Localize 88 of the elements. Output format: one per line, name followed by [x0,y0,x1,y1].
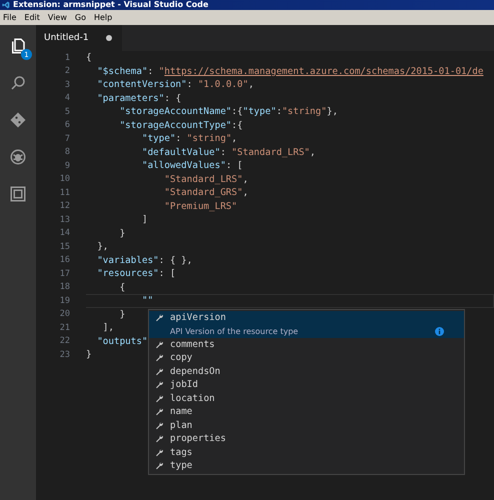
code-line: "storageAccountType":{ [118,118,243,132]
suggestion-label: type [170,460,192,472]
suggestion-item[interactable]: jobId [149,378,464,392]
menu-item[interactable]: View [48,13,67,22]
code-line: } [118,308,126,321]
search-icon [9,74,27,92]
line-number: 17 [58,268,70,279]
bug-icon [9,148,27,166]
code-line: "Standard_GRS", [163,186,248,200]
line-number: 1 [64,52,70,63]
line-number: 16 [58,255,70,266]
code-line: "parameters": { [96,92,182,105]
activity-bar-button[interactable] [8,147,28,167]
code-line: "storageAccountName":{"type":"string"}, [118,105,338,118]
suggestion-detail: API Version of the resource type [170,326,298,336]
code-line: "resources": [ [96,267,176,280]
tab-label: Untitled-1 [44,33,89,43]
line-number: 20 [58,309,70,320]
line-number: 9 [64,160,70,171]
suggestion-label: tags [170,446,192,458]
suggestion-item[interactable]: location [149,392,464,405]
suggestion-item[interactable]: tags [149,446,464,459]
code-line: { [118,280,126,294]
line-number: 18 [58,282,70,292]
suggestion-item[interactable]: apiVersion API Version of the resource type [149,311,464,338]
line-number: 13 [58,214,70,225]
suggestion-label: properties [170,433,226,444]
info-icon [435,326,444,336]
code-line: }, [96,240,108,254]
code-line: "Standard_LRS", [163,172,248,186]
code-line: "Premium_LRS" [163,200,238,213]
code-line: } [86,348,92,362]
code-line: "$schema": "https://schema.management.azure.com/schemas/2015-01-01/de [96,64,484,78]
code-line: "defaultValue": "Standard_LRS", [140,146,316,159]
line-number: 11 [58,188,70,198]
files-icon [9,37,27,55]
suggestion-item[interactable]: comments [149,338,464,351]
suggestion-label: jobId [170,379,198,390]
code-line: "variables": { }, [96,254,192,267]
menu-item[interactable]: Go [74,13,86,22]
suggestion-item[interactable]: properties [149,432,464,446]
line-number: 19 [58,296,70,306]
line-number: 5 [64,106,70,117]
line-number: 12 [58,201,70,212]
code-line: ], [102,321,114,334]
suggestion-label: name [170,406,192,418]
suggestion-label: comments [170,338,215,350]
line-number: 8 [64,147,70,158]
menu-item[interactable]: Edit [24,13,40,22]
suggestion-label: location [170,392,215,404]
line-number: 10 [58,174,70,184]
suggestion-item[interactable]: dependsOn [149,364,464,378]
suggestion-item[interactable]: copy [149,351,464,364]
git-icon [9,111,27,129]
code-line: { [86,51,92,64]
suggestion-item[interactable]: type [149,459,464,472]
line-number: 2 [64,66,70,76]
code-line: } [118,226,126,240]
line-number: 15 [58,242,70,252]
line-number: 14 [58,228,70,238]
line-number: 3 [64,80,70,90]
suggestion-label: plan [170,420,192,431]
suggestion-label: apiVersion [170,312,226,324]
line-number: 21 [58,322,70,333]
window-title: Extension: armsnippet - Visual Studio Code [13,0,208,10]
line-number: 23 [58,350,70,360]
code-line: "allowedValues": [ [140,159,243,172]
app-logo-icon [2,1,10,9]
suggestion-item[interactable]: plan [149,418,464,432]
code-line: "" [140,294,154,308]
activity-bar-button[interactable] [8,184,28,204]
activity-bar-button[interactable] [8,110,28,130]
line-number: 22 [58,336,70,346]
code-line: ] [140,213,148,226]
line-number: 6 [64,120,70,130]
suggestion-item[interactable]: name [149,405,464,418]
line-number: 4 [64,93,70,104]
line-number: 7 [64,134,70,144]
code-line: "contentVersion": "1.0.0.0", [96,78,254,92]
wrench-icon [155,313,164,322]
editor-tab[interactable]: Untitled-1 [36,25,122,51]
menu-item[interactable]: File [3,13,16,22]
extensions-icon [9,185,27,203]
suggestion-label: dependsOn [170,366,220,377]
code-line: "type": "string", [140,132,238,146]
suggestion-label: copy [170,352,192,364]
code-line: "outputs" [96,334,148,348]
menu-item[interactable]: Help [94,13,112,22]
